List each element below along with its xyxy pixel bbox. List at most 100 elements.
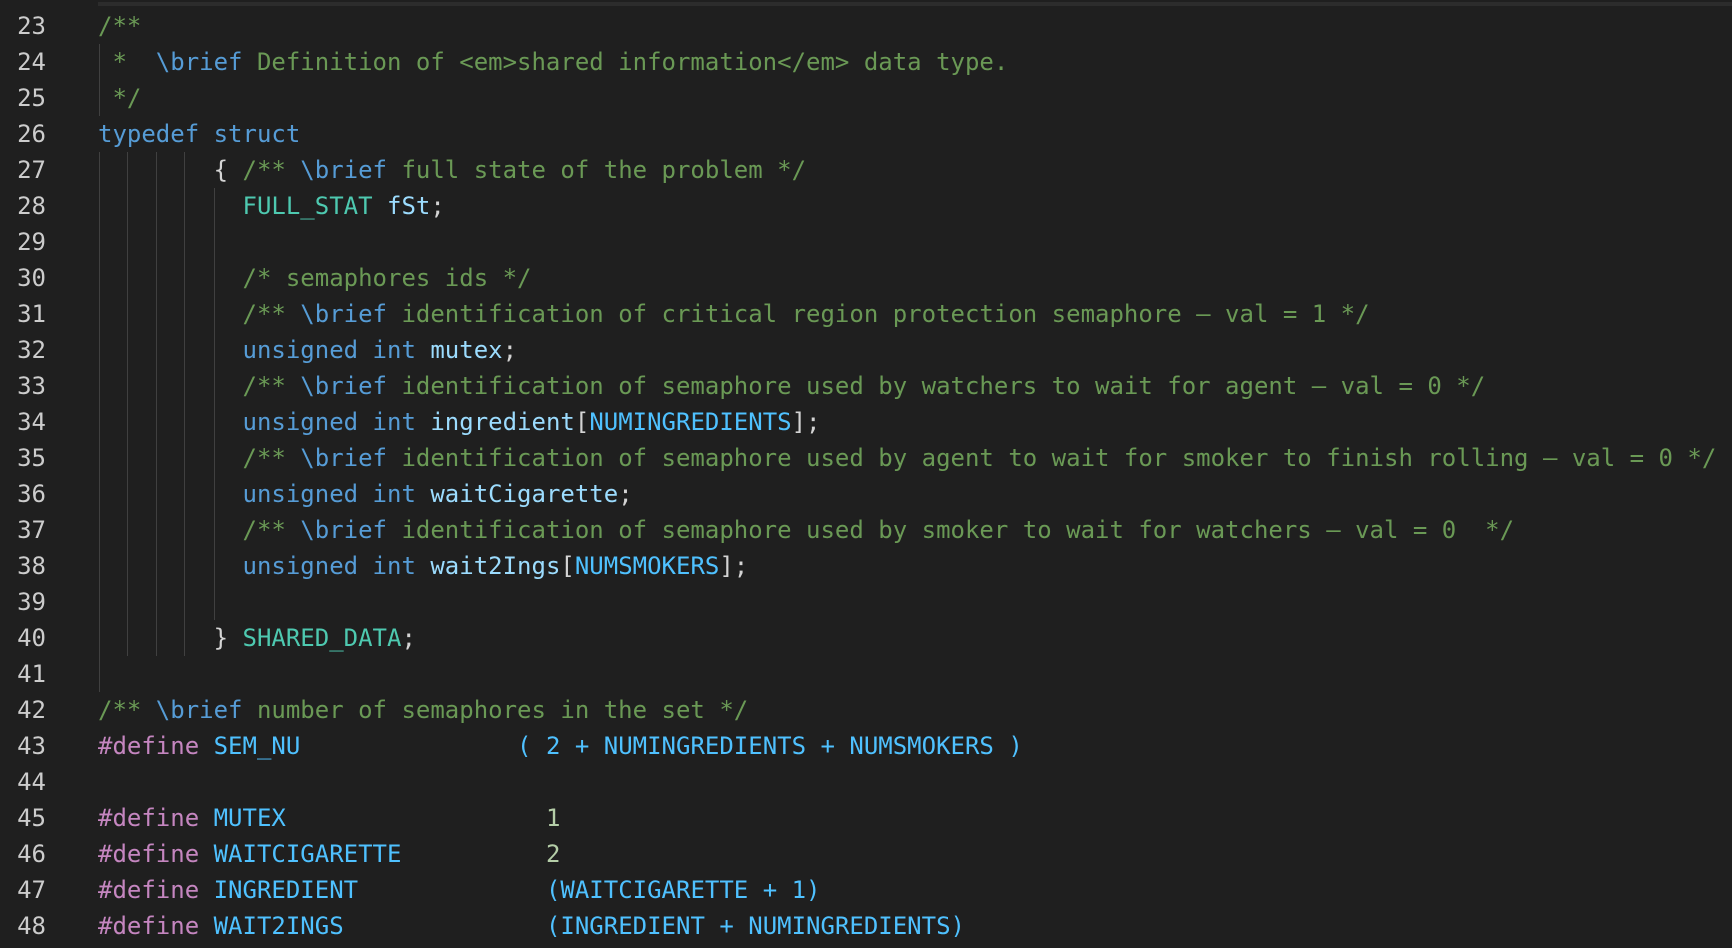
code-line[interactable]: 26 typedef struct [0,116,1732,152]
line-number: 29 [17,228,46,256]
code-token: int [372,552,416,580]
code-token: identification of critical region protec… [387,300,1370,328]
code-line[interactable]: 29 [0,224,1732,260]
code-token: /** [242,444,301,472]
code-text[interactable]: /** \brief number of semaphores in the s… [98,692,748,728]
code-token: SHARED_DATA [242,624,402,652]
code-token: \brief [300,516,387,544]
code-token: \brief [300,444,387,472]
code-text[interactable]: /** \brief identification of semaphore u… [98,512,1515,548]
code-text[interactable]: #define WAITCIGARETTE 2 [98,836,560,872]
code-text[interactable]: /** \brief identification of semaphore u… [98,368,1486,404]
code-line[interactable]: 38 unsigned int wait2Ings[NUMSMOKERS]; [0,548,1732,584]
code-token: (WAITCIGARETTE + 1) [545,876,821,904]
code-line[interactable]: 40 } SHARED_DATA; [0,620,1732,656]
line-number: 39 [17,588,46,616]
scroll-shadow [98,2,1732,6]
code-text[interactable]: #define INGREDIENT (WAITCIGARETTE + 1) [98,872,821,908]
code-token: [ [560,552,575,580]
code-token: unsigned [242,480,359,508]
code-token: ]; [791,408,821,436]
code-line[interactable]: 43 #define SEM_NU ( 2 + NUMINGREDIENTS + … [0,728,1732,764]
code-token: \brief [155,696,243,724]
code-token: /** [242,156,301,184]
code-line[interactable]: 31 /** \brief identification of critical… [0,296,1732,332]
code-line[interactable]: 37 /** \brief identification of semaphor… [0,512,1732,548]
code-line[interactable]: 36 unsigned int waitCigarette; [0,476,1732,512]
code-line[interactable]: 35 /** \brief identification of semaphor… [0,440,1732,476]
line-number: 42 [17,696,46,724]
code-token: unsigned [242,408,359,436]
code-token: struct [213,120,301,148]
code-text[interactable]: { /** \brief full state of the problem *… [98,152,806,188]
code-line[interactable]: 41 [0,656,1732,692]
code-text[interactable]: unsigned int ingredient[NUMINGREDIENTS]; [98,404,821,440]
code-token: int [372,336,416,364]
line-number: 43 [17,732,46,760]
code-token: MUTEX [213,804,286,832]
code-line[interactable]: 33 /** \brief identification of semaphor… [0,368,1732,404]
code-line[interactable]: 48 #define WAIT2INGS (INGREDIENT + NUMING… [0,908,1732,944]
code-text[interactable]: unsigned int mutex; [98,332,518,368]
code-token: /** [242,372,301,400]
code-line[interactable]: 28 FULL_STAT fSt; [0,188,1732,224]
code-token: #define [98,876,200,904]
code-token: #define [98,912,200,940]
code-editor[interactable]: 23 /** 24 * \brief Definition of <em>share… [0,0,1732,948]
line-number: 38 [17,552,46,580]
code-text[interactable]: /** \brief identification of critical re… [98,296,1370,332]
line-number: 47 [17,876,46,904]
code-text[interactable]: #define MUTEX 1 [98,800,560,836]
code-line[interactable]: 25 */ [0,80,1732,116]
code-line[interactable]: 45 #define MUTEX 1 [0,800,1732,836]
code-text[interactable]: typedef struct [98,116,300,152]
code-token: ; [401,624,416,652]
code-token: 2 [545,840,561,868]
code-line[interactable]: 27 { /** \brief full state of the proble… [0,152,1732,188]
code-token: \brief [300,372,387,400]
code-token: ingredient [430,408,575,436]
code-text[interactable]: * \brief Definition of <em>shared inform… [98,44,1008,80]
code-token: int [372,480,416,508]
code-text[interactable]: #define WAIT2INGS (INGREDIENT + NUMINGRE… [98,908,965,944]
code-token: waitCigarette [430,480,619,508]
code-token: \brief [300,156,387,184]
line-number: 32 [17,336,46,364]
code-line[interactable]: 42 /** \brief number of semaphores in the… [0,692,1732,728]
code-line[interactable]: 44 [0,764,1732,800]
code-line[interactable]: 34 unsigned int ingredient[NUMINGREDIENT… [0,404,1732,440]
code-text[interactable]: /** \brief identification of semaphore u… [98,440,1717,476]
code-token: /* semaphores ids */ [242,264,532,292]
code-line[interactable]: 30 /* semaphores ids */ [0,260,1732,296]
code-text[interactable]: */ [98,80,141,116]
code-line[interactable]: 32 unsigned int mutex; [0,332,1732,368]
code-token: fSt [387,192,431,220]
code-text[interactable]: #define SEM_NU ( 2 + NUMINGREDIENTS + NU… [98,728,1023,764]
code-line[interactable]: 39 [0,584,1732,620]
code-line[interactable]: 47 #define INGREDIENT (WAITCIGARETTE + 1) [0,872,1732,908]
code-text[interactable]: /** [98,8,141,44]
code-token: identification of semaphore used by agen… [387,444,1717,472]
code-token: ; [430,192,445,220]
code-text[interactable]: unsigned int wait2Ings[NUMSMOKERS]; [98,548,749,584]
code-text[interactable]: unsigned int waitCigarette; [98,476,633,512]
code-text[interactable]: /* semaphores ids */ [98,260,532,296]
line-number: 37 [17,516,46,544]
code-line[interactable]: 23 /** [0,8,1732,44]
code-token: 1 [545,804,561,832]
code-text[interactable]: } SHARED_DATA; [98,620,416,656]
code-text[interactable]: FULL_STAT fSt; [98,188,445,224]
code-line[interactable]: 46 #define WAITCIGARETTE 2 [0,836,1732,872]
code-line[interactable]: 24 * \brief Definition of <em>shared inf… [0,44,1732,80]
